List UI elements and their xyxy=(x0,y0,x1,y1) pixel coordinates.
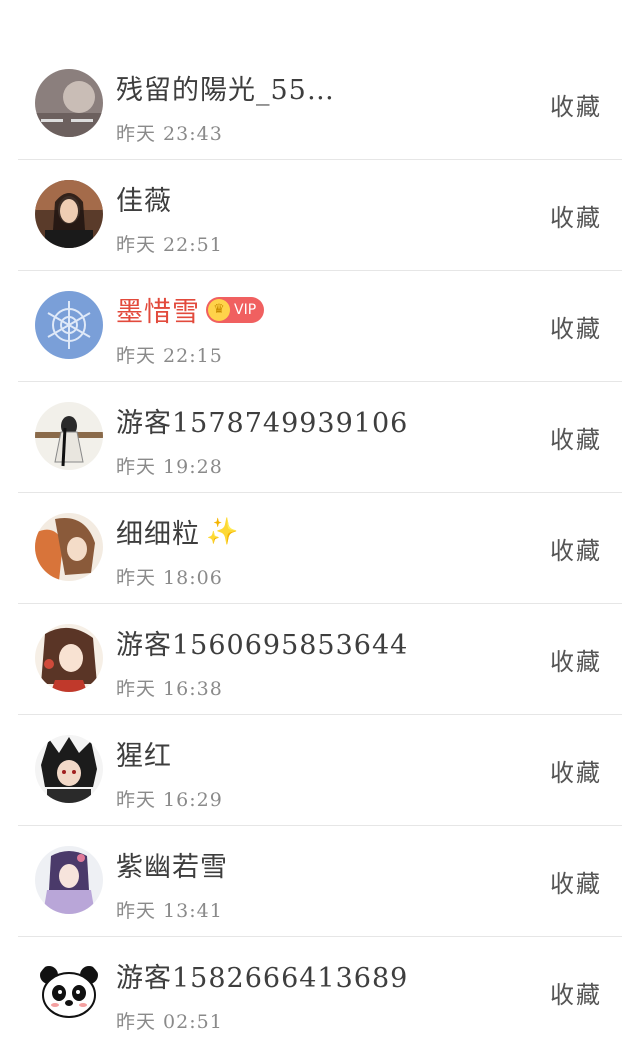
user-name[interactable]: 佳薇 xyxy=(116,179,172,218)
list-item[interactable]: 残留的陽光_55… 昨天 23:43 收藏 xyxy=(18,49,622,160)
favorite-button[interactable]: 收藏 xyxy=(550,642,602,677)
crown-icon: ♛ xyxy=(208,298,230,321)
avatar[interactable] xyxy=(35,291,103,359)
avatar[interactable] xyxy=(35,735,103,803)
name-line: 游客1578749939106 xyxy=(116,401,408,440)
name-line: 猩红 xyxy=(116,734,172,773)
vip-label: VIP xyxy=(234,301,257,318)
favorite-button[interactable]: 收藏 xyxy=(550,87,602,122)
favorite-button[interactable]: 收藏 xyxy=(550,309,602,344)
name-line: 游客1582666413689 xyxy=(116,956,408,995)
name-line: 游客1560695853644 xyxy=(116,623,408,662)
avatar[interactable] xyxy=(35,69,103,137)
name-line: 墨惜雪 ♛ VIP xyxy=(116,290,265,329)
follower-list: 残留的陽光_55… 昨天 23:43 收藏 佳薇 昨天 22:51 收藏 墨惜雪… xyxy=(0,49,640,1048)
user-name[interactable]: 细细粒 xyxy=(116,512,200,551)
timestamp: 昨天 22:15 xyxy=(116,345,223,367)
timestamp: 昨天 16:29 xyxy=(116,789,223,811)
favorite-button[interactable]: 收藏 xyxy=(550,420,602,455)
name-line: 残留的陽光_55… xyxy=(116,68,335,107)
avatar[interactable] xyxy=(35,513,103,581)
timestamp: 昨天 22:51 xyxy=(116,234,223,256)
list-item[interactable]: 细细粒 ✨ 昨天 18:06 收藏 xyxy=(18,493,622,604)
user-name[interactable]: 游客1582666413689 xyxy=(116,956,408,995)
list-item[interactable]: 游客1582666413689 昨天 02:51 收藏 xyxy=(18,937,622,1048)
user-name[interactable]: 墨惜雪 xyxy=(116,290,200,329)
user-name[interactable]: 紫幽若雪 xyxy=(116,845,228,884)
user-name[interactable]: 残留的陽光_55… xyxy=(116,68,335,107)
favorite-button[interactable]: 收藏 xyxy=(550,531,602,566)
user-name[interactable]: 猩红 xyxy=(116,734,172,773)
favorite-button[interactable]: 收藏 xyxy=(550,975,602,1010)
list-item[interactable]: 墨惜雪 ♛ VIP 昨天 22:15 收藏 xyxy=(18,271,622,382)
favorite-button[interactable]: 收藏 xyxy=(550,864,602,899)
timestamp: 昨天 16:38 xyxy=(116,678,223,700)
name-line: 紫幽若雪 xyxy=(116,845,228,884)
avatar[interactable] xyxy=(35,402,103,470)
vip-badge: ♛ VIP xyxy=(206,296,265,323)
avatar[interactable] xyxy=(35,846,103,914)
user-name[interactable]: 游客1560695853644 xyxy=(116,623,408,662)
favorite-button[interactable]: 收藏 xyxy=(550,198,602,233)
list-item[interactable]: 游客1560695853644 昨天 16:38 收藏 xyxy=(18,604,622,715)
list-item[interactable]: 紫幽若雪 昨天 13:41 收藏 xyxy=(18,826,622,937)
sparkle-icon: ✨ xyxy=(206,516,239,547)
list-item[interactable]: 猩红 昨天 16:29 收藏 xyxy=(18,715,622,826)
name-line: 细细粒 ✨ xyxy=(116,512,238,551)
timestamp: 昨天 02:51 xyxy=(116,1011,223,1033)
favorite-button[interactable]: 收藏 xyxy=(550,753,602,788)
timestamp: 昨天 13:41 xyxy=(116,900,223,922)
avatar[interactable] xyxy=(35,624,103,692)
timestamp: 昨天 18:06 xyxy=(116,567,223,589)
user-name[interactable]: 游客1578749939106 xyxy=(116,401,408,440)
list-item[interactable]: 游客1578749939106 昨天 19:28 收藏 xyxy=(18,382,622,493)
avatar[interactable] xyxy=(35,180,103,248)
timestamp: 昨天 19:28 xyxy=(116,456,223,478)
list-item[interactable]: 佳薇 昨天 22:51 收藏 xyxy=(18,160,622,271)
avatar[interactable] xyxy=(35,957,103,1025)
timestamp: 昨天 23:43 xyxy=(116,123,223,145)
name-line: 佳薇 xyxy=(116,179,172,218)
